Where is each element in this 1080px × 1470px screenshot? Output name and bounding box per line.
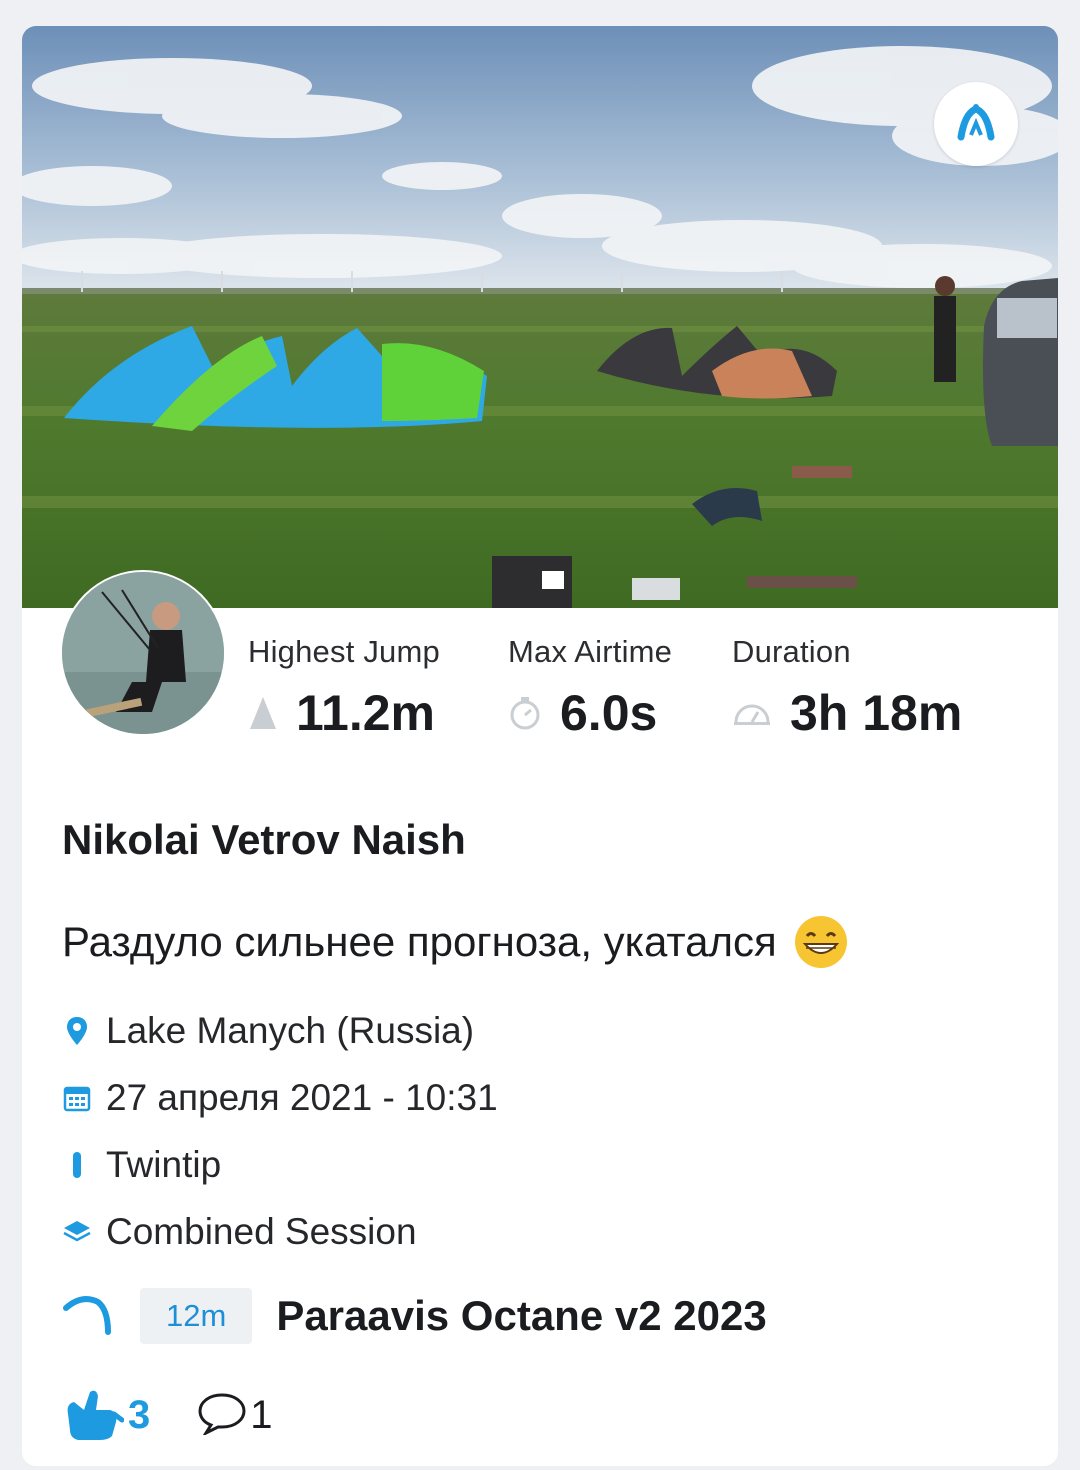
athlete-avatar[interactable]	[60, 570, 226, 736]
twintip-board-icon	[62, 1150, 92, 1180]
woo-logo-icon	[957, 104, 995, 141]
kite-size-badge: 12m	[140, 1288, 253, 1344]
session-caption: Раздуло сильнее прогноза, укатался	[62, 914, 849, 970]
location-text: Lake Manych (Russia)	[106, 1010, 475, 1051]
session-board: Twintip	[62, 1144, 221, 1186]
stat-label: Max Airtime	[508, 634, 673, 669]
stat-label: Duration	[732, 634, 851, 669]
session-datetime: 27 апреля 2021 - 10:31	[62, 1077, 498, 1119]
session-type: Combined Session	[62, 1211, 417, 1253]
stat-value: 6.0s	[560, 685, 658, 741]
brand-logo-badge	[934, 82, 1018, 166]
comment-bubble-icon	[196, 1391, 248, 1440]
comment-button[interactable]: 1	[196, 1391, 273, 1440]
stat-max-airtime: Max Airtime 6.0s	[508, 634, 672, 742]
hang-loose-hand-icon	[62, 1384, 125, 1447]
session-card[interactable]: Highest Jump 11.2m Max Airtime 6.0s Dura…	[22, 26, 1058, 1466]
layers-icon	[62, 1219, 92, 1245]
board-text: Twintip	[106, 1144, 222, 1185]
calendar-icon	[62, 1084, 92, 1112]
session-photo[interactable]	[22, 26, 1058, 608]
athlete-name[interactable]: Nikolai Vetrov Naish	[62, 816, 466, 864]
comment-count: 1	[250, 1393, 273, 1437]
grinning-face-emoji-icon	[793, 914, 849, 970]
like-button[interactable]: 3	[62, 1384, 150, 1447]
stat-highest-jump: Highest Jump 11.2m	[248, 634, 440, 742]
session-location[interactable]: Lake Manych (Russia)	[62, 1010, 474, 1052]
kite-icon	[62, 1292, 112, 1341]
datetime-text: 27 апреля 2021 - 10:31	[106, 1077, 498, 1118]
stat-label: Highest Jump	[248, 634, 440, 669]
stat-value: 11.2m	[296, 685, 436, 741]
session-type-text: Combined Session	[106, 1211, 417, 1252]
caption-text: Раздуло сильнее прогноза, укатался	[62, 918, 777, 965]
like-count: 3	[128, 1393, 151, 1437]
location-pin-icon	[62, 1016, 92, 1046]
jump-triangle-icon	[248, 695, 278, 731]
reactions-bar: 3 1	[62, 1384, 273, 1447]
stat-duration: Duration 3h 18m	[732, 634, 962, 742]
gear-row[interactable]: 12m Paraavis Octane v2 2023	[62, 1288, 767, 1344]
stopwatch-icon	[508, 695, 542, 731]
stat-value: 3h 18m	[790, 685, 963, 741]
kite-name: Paraavis Octane v2 2023	[276, 1292, 767, 1339]
speedometer-icon	[732, 698, 772, 728]
